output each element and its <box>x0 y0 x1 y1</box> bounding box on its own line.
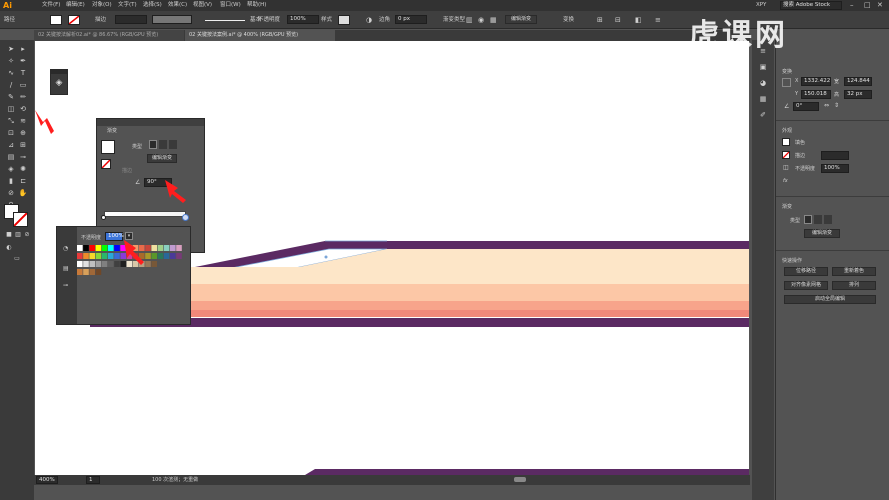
watermark-logo: 虎课网 <box>689 18 788 53</box>
separator <box>776 250 889 251</box>
flip-vertical-icon[interactable]: ⇕ <box>834 102 839 109</box>
rotate-icon: ∠ <box>784 103 790 110</box>
swatches-panel-icon[interactable]: ▦ <box>758 94 768 104</box>
props-edit-gradient-button[interactable]: 编辑渐变 <box>804 229 840 238</box>
panel-icon-strip: ≡ ▣ ◕ ▦ ✐ <box>752 40 774 500</box>
radial-gradient-button[interactable] <box>814 215 822 224</box>
status-bar: 400% 1 100 次渲测；无重做 <box>34 475 750 485</box>
opacity-field[interactable]: 100% <box>821 164 849 173</box>
offset-path-button[interactable]: 位移路径 <box>784 267 828 276</box>
w-label: 宽 <box>834 79 840 85</box>
y-input[interactable]: 150.018 <box>801 90 831 99</box>
stroke-weight-field[interactable] <box>821 151 849 160</box>
global-edit-button[interactable]: 启动全局编辑 <box>784 295 876 304</box>
appearance-fill-swatch[interactable] <box>782 138 790 146</box>
brushes-panel-icon[interactable]: ✐ <box>758 110 768 120</box>
h-input[interactable]: 32 px <box>844 90 872 99</box>
separator <box>776 120 889 121</box>
flip-horizontal-icon[interactable]: ⇔ <box>824 102 829 109</box>
status-info: 100 次渲测；无重做 <box>152 477 199 483</box>
libraries-panel-icon[interactable]: ▣ <box>758 62 768 72</box>
artboard-number-input[interactable]: 1 <box>86 476 100 484</box>
quick-actions-title: 快速操作 <box>782 258 803 264</box>
appearance-section-title: 外观 <box>782 128 793 134</box>
properties-panel: 变换 X 1332.422 宽 124.844 Y 150.018 高 32 p… <box>775 40 889 500</box>
x-input[interactable]: 1332.422 <box>801 77 831 86</box>
y-label: Y <box>795 91 799 97</box>
align-pixel-grid-button[interactable]: 对齐像素网格 <box>784 281 828 290</box>
opacity-icon: ◫ <box>783 164 789 171</box>
freeform-gradient-button[interactable] <box>824 215 832 224</box>
opacity-label: 不透明度 <box>795 166 816 172</box>
arrow-annotation-toolbar <box>35 110 54 134</box>
h-label: 高 <box>834 92 840 98</box>
arrow-annotation-opacity <box>124 240 144 265</box>
reference-point-icon[interactable] <box>782 78 791 87</box>
rotate-input[interactable]: 0° <box>793 102 819 111</box>
arrange-button[interactable]: 排列 <box>832 281 876 290</box>
transform-section-title: 变换 <box>782 69 793 75</box>
recolor-button[interactable]: 重新着色 <box>832 267 876 276</box>
w-input[interactable]: 124.844 <box>844 77 872 86</box>
fill-label: 填色 <box>795 140 806 146</box>
fx-button[interactable]: fx <box>783 178 788 184</box>
x-label: X <box>795 78 799 84</box>
zoom-level-input[interactable]: 400% <box>36 476 58 484</box>
arrow-annotation-angle <box>165 180 186 203</box>
horizontal-scroll-thumb[interactable] <box>514 477 526 482</box>
linear-gradient-button[interactable] <box>804 215 812 224</box>
color-panel-icon[interactable]: ◕ <box>758 78 768 88</box>
gradient-type-label: 类型 <box>790 218 801 224</box>
gradient-section-title: 渐变 <box>782 204 793 210</box>
appearance-stroke-swatch[interactable] <box>782 151 790 159</box>
stroke-label: 描边 <box>795 153 806 159</box>
separator <box>776 196 889 197</box>
